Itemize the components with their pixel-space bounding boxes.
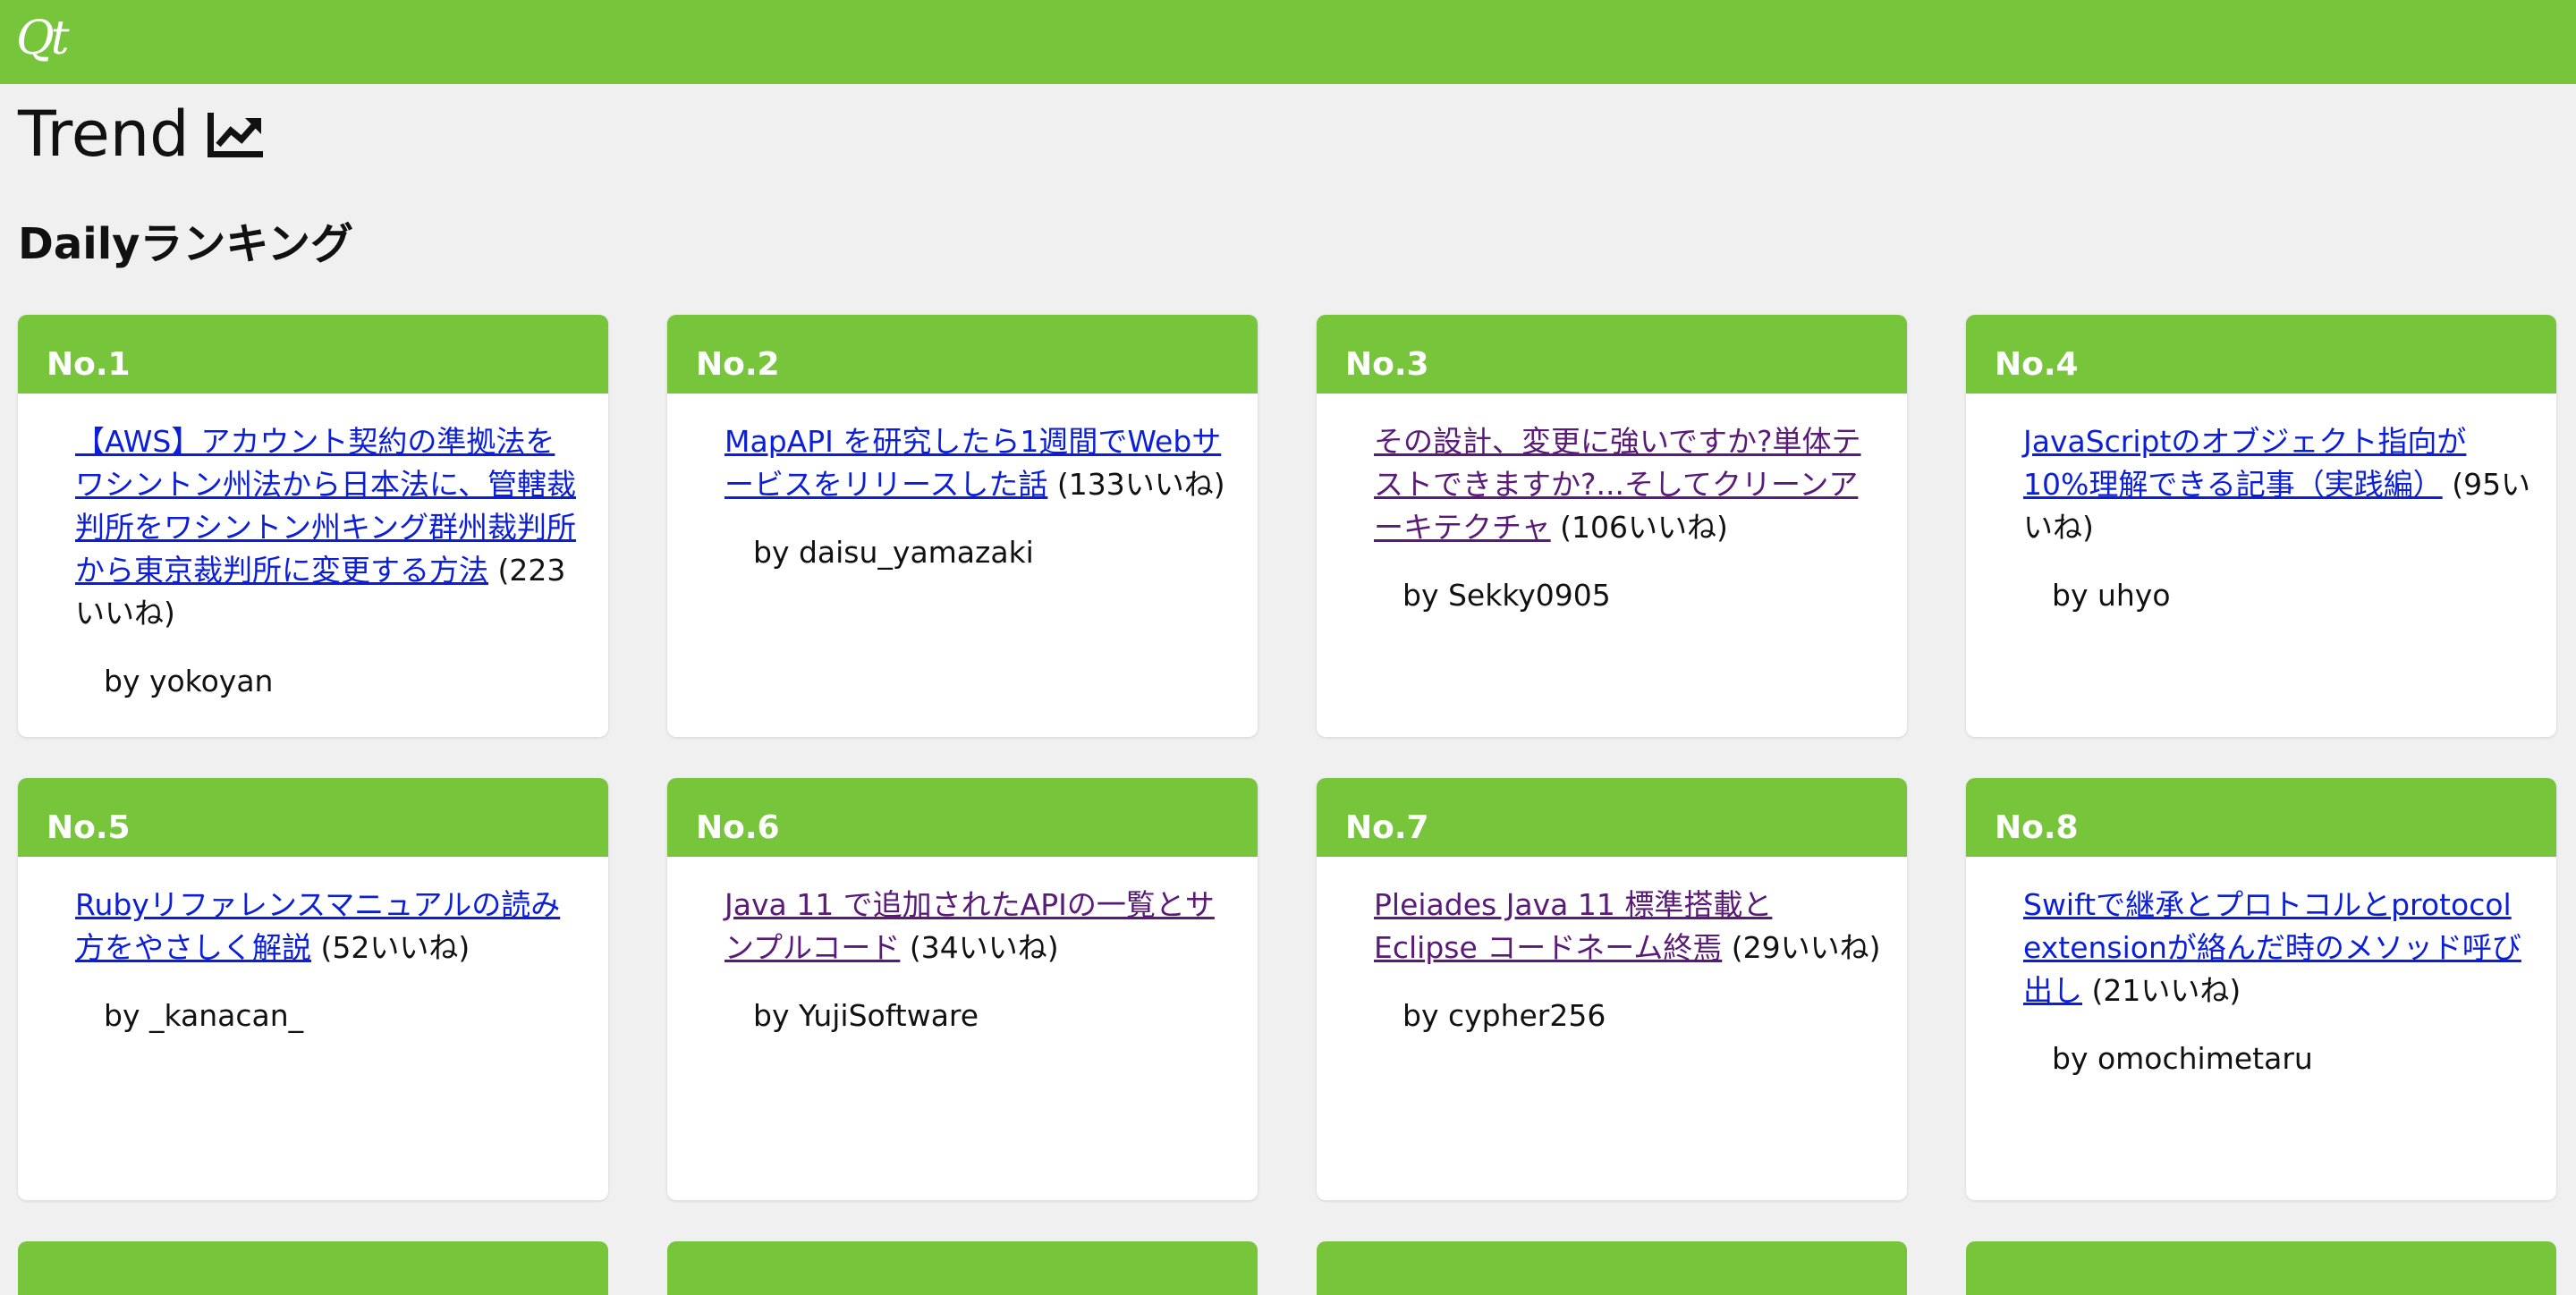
ranking-card-partial [667,1241,1258,1295]
card-rank: No.1 [18,315,608,394]
ranking-card: No.7 Pleiades Java 11 標準搭載と Eclipse コードネ… [1317,778,1907,1200]
ranking-card-partial [1317,1241,1907,1295]
ranking-grid-next-row [18,1241,2558,1295]
card-title-line: Pleiades Java 11 標準搭載と Eclipse コードネーム終焉 … [1374,884,1882,969]
author-name: by yokoyan [104,664,274,698]
likes-count: (29いいね) [1722,930,1881,965]
likes-count: (52いいね) [311,930,470,965]
qt-logo[interactable]: Qt [16,7,69,70]
card-body: Swiftで継承とプロトコルとprotocol extensionが絡んだ時のメ… [1966,857,2556,1080]
ranking-card-partial [18,1241,608,1295]
card-body: Rubyリファレンスマニュアルの読み方をやさしく解説 (52いいね) by _k… [18,857,608,1037]
card-body: Pleiades Java 11 標準搭載と Eclipse コードネーム終焉 … [1317,857,1907,1037]
likes-count: (34いいね) [900,930,1059,965]
card-body: 【AWS】アカウント契約の準拠法をワシントン州法から日本法に、管轄裁判所をワシン… [18,394,608,703]
card-body: Java 11 で追加されたAPIの一覧とサンプルコード (34いいね) by … [667,857,1258,1037]
ranking-card: No.4 JavaScriptのオブジェクト指向が10%理解できる記事（実践編）… [1966,315,2556,737]
card-title-line: JavaScriptのオブジェクト指向が10%理解できる記事（実践編） (95い… [2023,420,2531,549]
card-rank: No.2 [667,315,1258,394]
card-body: MapAPI を研究したら1週間でWebサービスをリリースした話 (133いいね… [667,394,1258,574]
ranking-card-partial [1966,1241,2556,1295]
page-title-text: Trend [18,97,190,171]
card-rank: No.8 [1966,778,2556,857]
card-title-line: 【AWS】アカウント契約の準拠法をワシントン州法から日本法に、管轄裁判所をワシン… [75,420,583,635]
chart-line-icon [207,113,263,157]
ranking-card: No.6 Java 11 で追加されたAPIの一覧とサンプルコード (34いいね… [667,778,1258,1200]
card-title-line: その設計、変更に強いですか?単体テストできますか?...そしてクリーンアーキテク… [1374,420,1882,549]
ranking-card: No.2 MapAPI を研究したら1週間でWebサービスをリリースした話 (1… [667,315,1258,737]
likes-count: (133いいね) [1047,467,1225,502]
card-title-line: Java 11 で追加されたAPIの一覧とサンプルコード (34いいね) [724,884,1233,969]
card-rank: No.5 [18,778,608,857]
ranking-card: No.3 その設計、変更に強いですか?単体テストできますか?...そしてクリーン… [1317,315,1907,737]
author-name: by Sekky0905 [1402,578,1611,613]
card-title-line: Swiftで継承とプロトコルとprotocol extensionが絡んだ時のメ… [2023,884,2531,1012]
card-rank: No.4 [1966,315,2556,394]
card-rank: No.6 [667,778,1258,857]
likes-count: (106いいね) [1550,510,1728,545]
article-link[interactable]: JavaScriptのオブジェクト指向が10%理解できる記事（実践編） [2023,424,2466,502]
card-rank: No.7 [1317,778,1907,857]
ranking-card: No.8 Swiftで継承とプロトコルとprotocol extensionが絡… [1966,778,2556,1200]
author-name: by _kanacan_ [104,998,304,1033]
author-name: by daisu_yamazaki [753,535,1034,570]
card-title-line: MapAPI を研究したら1週間でWebサービスをリリースした話 (133いいね… [724,420,1233,506]
section-title: Dailyランキング [18,219,353,269]
page-title: Trend [18,98,265,170]
likes-count: (21いいね) [2082,973,2241,1008]
author-name: by uhyo [2052,578,2171,613]
ranking-card: No.1 【AWS】アカウント契約の準拠法をワシントン州法から日本法に、管轄裁判… [18,315,608,737]
card-body: その設計、変更に強いですか?単体テストできますか?...そしてクリーンアーキテク… [1317,394,1907,617]
card-title-line: Rubyリファレンスマニュアルの読み方をやさしく解説 (52いいね) [75,884,583,969]
card-rank: No.3 [1317,315,1907,394]
author-name: by cypher256 [1402,998,1606,1033]
author-name: by omochimetaru [2052,1041,2313,1076]
ranking-card: No.5 Rubyリファレンスマニュアルの読み方をやさしく解説 (52いいね) … [18,778,608,1200]
ranking-grid: No.1 【AWS】アカウント契約の準拠法をワシントン州法から日本法に、管轄裁判… [18,315,2558,1200]
top-navbar: Qt [0,0,2576,84]
card-body: JavaScriptのオブジェクト指向が10%理解できる記事（実践編） (95い… [1966,394,2556,617]
author-name: by YujiSoftware [753,998,979,1033]
article-link[interactable]: Pleiades Java 11 標準搭載と Eclipse コードネーム終焉 [1374,887,1772,965]
